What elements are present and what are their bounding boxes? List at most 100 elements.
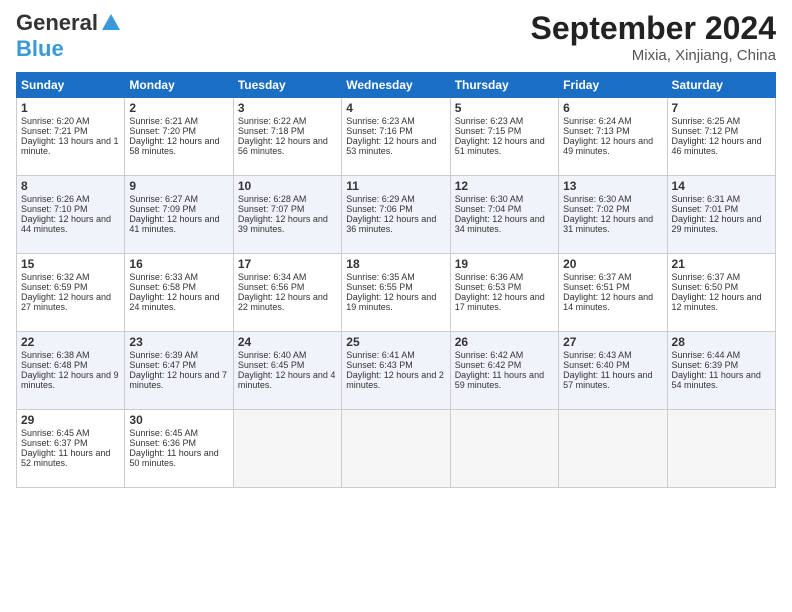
sunrise-text: Sunrise: 6:23 AM (455, 116, 524, 126)
location: Mixia, Xinjiang, China (531, 47, 776, 64)
day-number: 3 (238, 101, 337, 115)
calendar-cell: 29Sunrise: 6:45 AMSunset: 6:37 PMDayligh… (17, 410, 125, 488)
day-number: 10 (238, 179, 337, 193)
sunset-text: Sunset: 6:59 PM (21, 282, 88, 292)
col-header-thursday: Thursday (450, 73, 558, 98)
header: General Blue September 2024 Mixia, Xinji… (16, 10, 776, 64)
day-number: 27 (563, 335, 662, 349)
sunset-text: Sunset: 6:39 PM (672, 360, 739, 370)
week-row-4: 22Sunrise: 6:38 AMSunset: 6:48 PMDayligh… (17, 332, 776, 410)
sunset-text: Sunset: 6:42 PM (455, 360, 522, 370)
calendar-cell (559, 410, 667, 488)
day-number: 11 (346, 179, 445, 193)
calendar-cell (667, 410, 775, 488)
week-row-2: 8Sunrise: 6:26 AMSunset: 7:10 PMDaylight… (17, 176, 776, 254)
calendar-cell: 22Sunrise: 6:38 AMSunset: 6:48 PMDayligh… (17, 332, 125, 410)
col-header-sunday: Sunday (17, 73, 125, 98)
sunrise-text: Sunrise: 6:37 AM (563, 272, 632, 282)
sunset-text: Sunset: 7:06 PM (346, 204, 413, 214)
sunset-text: Sunset: 6:58 PM (129, 282, 196, 292)
daylight-text: Daylight: 12 hours and 24 minutes. (129, 292, 219, 312)
calendar-cell: 7Sunrise: 6:25 AMSunset: 7:12 PMDaylight… (667, 98, 775, 176)
daylight-text: Daylight: 12 hours and 27 minutes. (21, 292, 111, 312)
day-number: 7 (672, 101, 771, 115)
day-number: 1 (21, 101, 120, 115)
day-number: 28 (672, 335, 771, 349)
calendar-cell: 5Sunrise: 6:23 AMSunset: 7:15 PMDaylight… (450, 98, 558, 176)
day-number: 6 (563, 101, 662, 115)
sunrise-text: Sunrise: 6:32 AM (21, 272, 90, 282)
sunset-text: Sunset: 7:16 PM (346, 126, 413, 136)
logo-blue: Blue (16, 37, 64, 61)
daylight-text: Daylight: 12 hours and 14 minutes. (563, 292, 653, 312)
daylight-text: Daylight: 12 hours and 12 minutes. (672, 292, 762, 312)
day-number: 29 (21, 413, 120, 427)
sunrise-text: Sunrise: 6:31 AM (672, 194, 741, 204)
logo: General Blue (16, 10, 122, 61)
sunrise-text: Sunrise: 6:43 AM (563, 350, 632, 360)
daylight-text: Daylight: 12 hours and 44 minutes. (21, 214, 111, 234)
calendar-cell: 26Sunrise: 6:42 AMSunset: 6:42 PMDayligh… (450, 332, 558, 410)
day-number: 24 (238, 335, 337, 349)
daylight-text: Daylight: 12 hours and 31 minutes. (563, 214, 653, 234)
sunrise-text: Sunrise: 6:34 AM (238, 272, 307, 282)
sunset-text: Sunset: 6:47 PM (129, 360, 196, 370)
daylight-text: Daylight: 12 hours and 2 minutes. (346, 370, 444, 390)
sunset-text: Sunset: 6:56 PM (238, 282, 305, 292)
sunset-text: Sunset: 7:09 PM (129, 204, 196, 214)
sunset-text: Sunset: 7:15 PM (455, 126, 522, 136)
sunset-text: Sunset: 6:40 PM (563, 360, 630, 370)
sunrise-text: Sunrise: 6:45 AM (21, 428, 90, 438)
day-number: 26 (455, 335, 554, 349)
logo-general: General (16, 10, 98, 36)
daylight-text: Daylight: 12 hours and 53 minutes. (346, 136, 436, 156)
calendar-cell: 3Sunrise: 6:22 AMSunset: 7:18 PMDaylight… (233, 98, 341, 176)
sunset-text: Sunset: 7:12 PM (672, 126, 739, 136)
calendar-cell: 25Sunrise: 6:41 AMSunset: 6:43 PMDayligh… (342, 332, 450, 410)
sunset-text: Sunset: 6:36 PM (129, 438, 196, 448)
day-number: 21 (672, 257, 771, 271)
daylight-text: Daylight: 12 hours and 58 minutes. (129, 136, 219, 156)
week-row-3: 15Sunrise: 6:32 AMSunset: 6:59 PMDayligh… (17, 254, 776, 332)
col-header-tuesday: Tuesday (233, 73, 341, 98)
calendar-cell: 13Sunrise: 6:30 AMSunset: 7:02 PMDayligh… (559, 176, 667, 254)
sunrise-text: Sunrise: 6:23 AM (346, 116, 415, 126)
calendar-cell: 14Sunrise: 6:31 AMSunset: 7:01 PMDayligh… (667, 176, 775, 254)
sunset-text: Sunset: 7:21 PM (21, 126, 88, 136)
sunrise-text: Sunrise: 6:29 AM (346, 194, 415, 204)
week-row-5: 29Sunrise: 6:45 AMSunset: 6:37 PMDayligh… (17, 410, 776, 488)
sunrise-text: Sunrise: 6:30 AM (455, 194, 524, 204)
sunrise-text: Sunrise: 6:36 AM (455, 272, 524, 282)
calendar-cell: 24Sunrise: 6:40 AMSunset: 6:45 PMDayligh… (233, 332, 341, 410)
col-header-monday: Monday (125, 73, 233, 98)
daylight-text: Daylight: 12 hours and 34 minutes. (455, 214, 545, 234)
sunset-text: Sunset: 7:13 PM (563, 126, 630, 136)
daylight-text: Daylight: 11 hours and 50 minutes. (129, 448, 218, 468)
calendar-cell: 20Sunrise: 6:37 AMSunset: 6:51 PMDayligh… (559, 254, 667, 332)
sunrise-text: Sunrise: 6:41 AM (346, 350, 415, 360)
sunrise-text: Sunrise: 6:38 AM (21, 350, 90, 360)
day-number: 23 (129, 335, 228, 349)
day-number: 15 (21, 257, 120, 271)
daylight-text: Daylight: 12 hours and 4 minutes. (238, 370, 336, 390)
sunset-text: Sunset: 7:04 PM (455, 204, 522, 214)
sunset-text: Sunset: 6:55 PM (346, 282, 413, 292)
day-number: 13 (563, 179, 662, 193)
calendar-table: SundayMondayTuesdayWednesdayThursdayFrid… (16, 72, 776, 488)
sunrise-text: Sunrise: 6:21 AM (129, 116, 198, 126)
calendar-cell: 6Sunrise: 6:24 AMSunset: 7:13 PMDaylight… (559, 98, 667, 176)
calendar-cell: 8Sunrise: 6:26 AMSunset: 7:10 PMDaylight… (17, 176, 125, 254)
sunset-text: Sunset: 6:45 PM (238, 360, 305, 370)
day-number: 4 (346, 101, 445, 115)
day-number: 20 (563, 257, 662, 271)
calendar-cell: 4Sunrise: 6:23 AMSunset: 7:16 PMDaylight… (342, 98, 450, 176)
day-number: 12 (455, 179, 554, 193)
daylight-text: Daylight: 11 hours and 52 minutes. (21, 448, 110, 468)
calendar-cell: 11Sunrise: 6:29 AMSunset: 7:06 PMDayligh… (342, 176, 450, 254)
daylight-text: Daylight: 12 hours and 49 minutes. (563, 136, 653, 156)
page: General Blue September 2024 Mixia, Xinji… (0, 0, 792, 612)
sunset-text: Sunset: 6:53 PM (455, 282, 522, 292)
sunrise-text: Sunrise: 6:28 AM (238, 194, 307, 204)
sunset-text: Sunset: 7:02 PM (563, 204, 630, 214)
day-number: 17 (238, 257, 337, 271)
